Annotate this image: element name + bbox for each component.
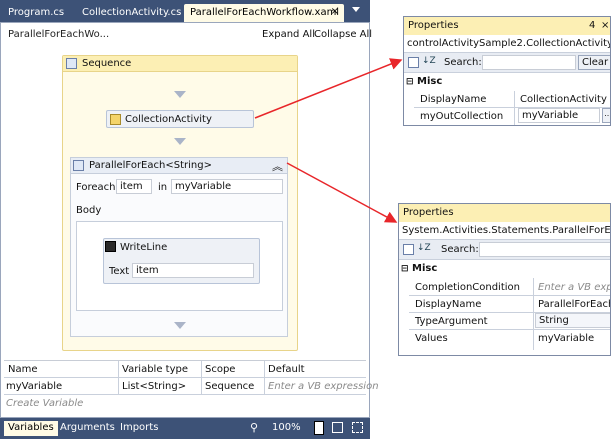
arrow-to-properties-parallel (286, 162, 398, 223)
arrow-to-properties-collection (254, 58, 403, 119)
annotation-arrows (254, 58, 403, 223)
